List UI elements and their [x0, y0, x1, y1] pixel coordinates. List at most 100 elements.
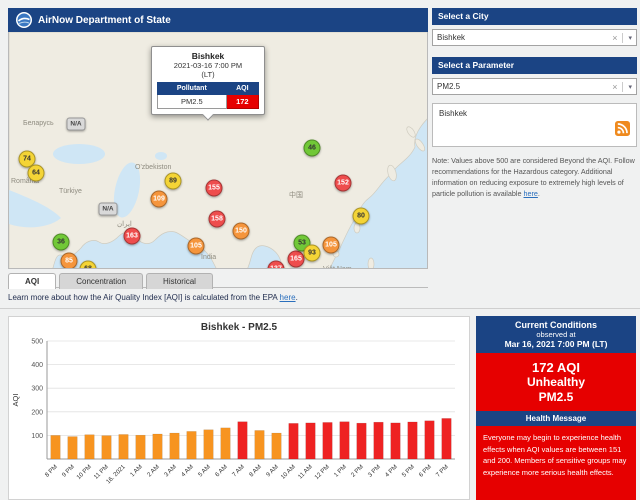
clear-icon[interactable]: ×	[607, 82, 623, 92]
city-select-value: Bishkek	[437, 33, 607, 42]
map-marker-aqi[interactable]: 155	[206, 180, 223, 197]
svg-text:100: 100	[31, 433, 43, 440]
chart-title: Bishkek - PM2.5	[9, 317, 469, 333]
city-select[interactable]: Bishkek × ▾	[432, 29, 637, 46]
svg-text:8 PM: 8 PM	[44, 463, 59, 478]
map-popup: Bishkek 2021-03-16 7:00 PM (LT) Pollutan…	[151, 46, 265, 115]
map-country-label: Türkiye	[59, 188, 82, 195]
popup-aqi-header: AQI	[226, 83, 258, 95]
chart-panel: Bishkek - PM2.5 1002003004005008 PM9 PM1…	[8, 316, 470, 500]
svg-text:400: 400	[31, 362, 43, 369]
health-message-header: Health Message	[476, 411, 636, 426]
clear-icon[interactable]: ×	[607, 33, 623, 43]
svg-text:500: 500	[31, 339, 43, 346]
svg-text:4 PM: 4 PM	[384, 463, 399, 478]
feed-city-label: Bishkek	[439, 109, 467, 118]
svg-text:7 AM: 7 AM	[231, 463, 246, 478]
feed-box: Bishkek	[432, 103, 637, 147]
app-title: AirNow Department of State	[38, 15, 171, 26]
svg-text:11 AM: 11 AM	[297, 463, 314, 480]
note-text: Note: Values above 500 are considered Be…	[432, 155, 637, 200]
svg-text:6 AM: 6 AM	[214, 463, 229, 478]
popup-aqi-value: 172	[226, 95, 258, 109]
app-header: AirNow Department of State	[8, 8, 428, 32]
svg-text:16. 2021: 16. 2021	[105, 463, 127, 485]
map-country-label: O'zbekiston	[135, 164, 171, 171]
map-marker-aqi[interactable]: 163	[124, 228, 141, 245]
map-marker-na[interactable]: N/A	[99, 203, 118, 216]
current-conditions-panel: Current Conditions observed at Mar 16, 2…	[476, 316, 636, 500]
conditions-title: Current Conditions	[478, 320, 634, 330]
page: AirNow Department of State БеларусьRomân…	[0, 0, 640, 500]
svg-text:1 PM: 1 PM	[333, 463, 348, 478]
map-country-label: 中国	[289, 190, 303, 200]
divider	[0, 308, 640, 309]
svg-text:5 AM: 5 AM	[197, 463, 212, 478]
dropdown-caret-icon[interactable]: ▾	[623, 34, 632, 42]
conditions-aqi: 172 AQI	[476, 360, 636, 375]
svg-text:300: 300	[31, 386, 43, 393]
map-marker-aqi[interactable]: 150	[233, 223, 250, 240]
svg-text:6 PM: 6 PM	[418, 463, 433, 478]
tab-concentration[interactable]: Concentration	[59, 273, 143, 289]
conditions-parameter: PM2.5	[476, 390, 636, 405]
map-marker-aqi[interactable]: 93	[304, 245, 321, 262]
map[interactable]: БеларусьRomâniaTürkiyeO'zbekistonایرانIn…	[8, 32, 428, 269]
rss-icon[interactable]	[615, 121, 630, 141]
popup-city: Bishkek	[157, 51, 259, 61]
svg-text:9 AM: 9 AM	[265, 463, 280, 478]
conditions-datetime: Mar 16, 2021 7:00 PM (LT)	[478, 339, 634, 349]
map-marker-na[interactable]: N/A	[67, 118, 86, 131]
map-marker-aqi[interactable]: 80	[353, 208, 370, 225]
tab-aqi[interactable]: AQI	[8, 273, 56, 289]
note-suffix: .	[538, 189, 540, 198]
map-marker-aqi[interactable]: 109	[151, 191, 168, 208]
map-marker-aqi[interactable]: 105	[188, 238, 205, 255]
map-marker-aqi[interactable]: 165	[288, 251, 305, 268]
map-marker-aqi[interactable]: 158	[209, 211, 226, 228]
learn-more-prefix: Learn more about how the Air Quality Ind…	[8, 293, 280, 302]
svg-text:10 PM: 10 PM	[75, 463, 93, 481]
svg-text:3 PM: 3 PM	[367, 463, 382, 478]
map-marker-aqi[interactable]: 152	[335, 175, 352, 192]
conditions-header: Current Conditions observed at Mar 16, 2…	[476, 316, 636, 353]
airnow-globe-logo-icon	[16, 12, 32, 28]
map-country-label: Беларусь	[23, 120, 54, 127]
map-marker-aqi[interactable]: 89	[165, 173, 182, 190]
map-marker-aqi[interactable]: 46	[304, 140, 321, 157]
svg-text:200: 200	[31, 409, 43, 416]
tab-historical[interactable]: Historical	[146, 273, 213, 289]
note-here-link[interactable]: here	[524, 189, 538, 198]
svg-text:8 AM: 8 AM	[248, 463, 263, 478]
health-message-text: Everyone may begin to experience health …	[476, 426, 636, 500]
svg-text:3 AM: 3 AM	[163, 463, 178, 478]
map-marker-aqi[interactable]: 105	[323, 237, 340, 254]
popup-datetime: 2021-03-16 7:00 PM	[157, 61, 259, 70]
parameter-select-value: PM2.5	[437, 82, 607, 91]
parameter-select[interactable]: PM2.5 × ▾	[432, 78, 637, 95]
svg-text:1 AM: 1 AM	[129, 463, 144, 478]
map-country-label: India	[201, 254, 216, 261]
conditions-aqi-block: 172 AQI Unhealthy PM2.5	[476, 353, 636, 411]
svg-text:10 AM: 10 AM	[280, 463, 297, 480]
dropdown-caret-icon[interactable]: ▾	[623, 83, 632, 91]
map-marker-aqi[interactable]: 85	[61, 253, 78, 270]
map-country-label: Việt Nam	[323, 266, 352, 269]
svg-text:5 PM: 5 PM	[401, 463, 416, 478]
select-parameter-header: Select a Parameter	[432, 57, 637, 74]
chart-svg: 1002003004005008 PM9 PM10 PM11 PM16. 202…	[9, 333, 465, 493]
map-marker-aqi[interactable]: 36	[53, 234, 70, 251]
learn-more-suffix: .	[296, 293, 298, 302]
svg-text:9 PM: 9 PM	[61, 463, 76, 478]
conditions-category: Unhealthy	[476, 375, 636, 390]
learn-more-text: Learn more about how the Air Quality Ind…	[8, 293, 298, 302]
popup-lt: (LT)	[157, 70, 259, 79]
svg-text:4 AM: 4 AM	[180, 463, 195, 478]
svg-text:2 PM: 2 PM	[350, 463, 365, 478]
tabs: AQIConcentrationHistorical	[8, 271, 428, 288]
map-marker-aqi[interactable]: 64	[28, 165, 45, 182]
svg-text:2 AM: 2 AM	[146, 463, 161, 478]
epa-link[interactable]: here	[280, 293, 296, 302]
popup-pollutant-header: Pollutant	[158, 83, 227, 95]
conditions-observed-at: observed at	[478, 330, 634, 339]
